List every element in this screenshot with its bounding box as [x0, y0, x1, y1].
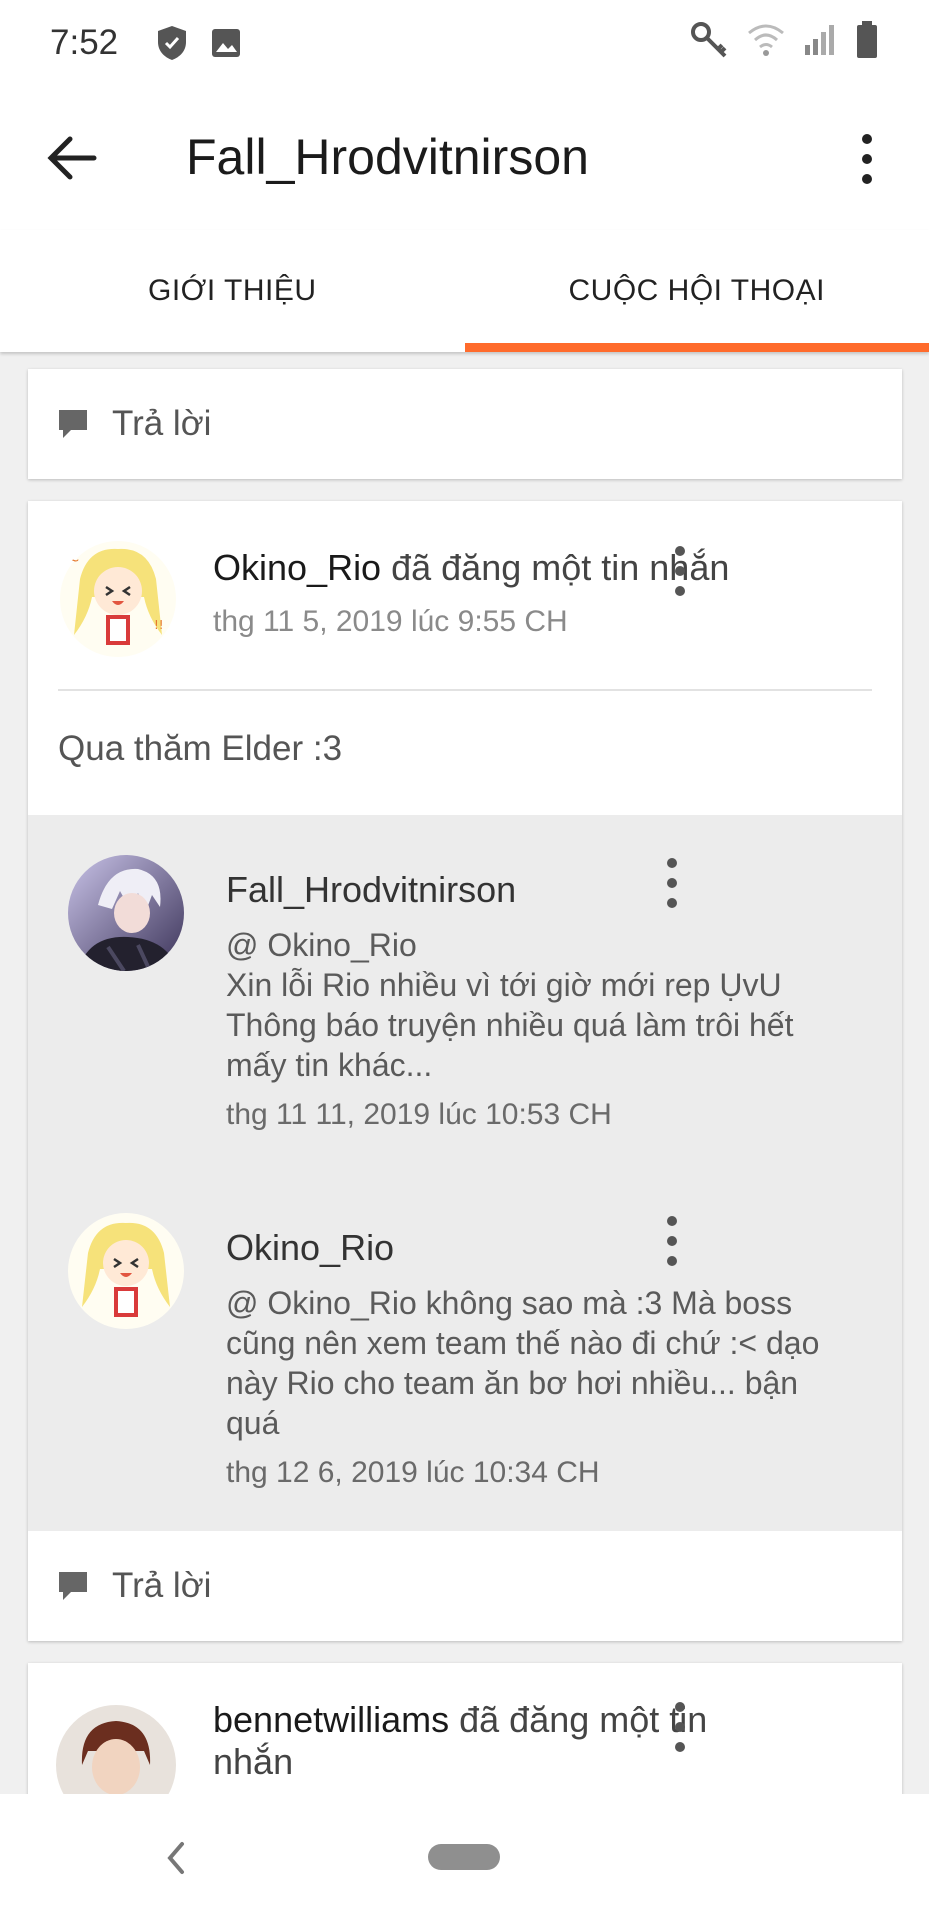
comment-author[interactable]: Okino_Rio	[226, 1227, 394, 1269]
more-vert-icon[interactable]	[852, 129, 882, 189]
comment-content: @ Okino_Rio không sao mà :3 Mà boss cũng…	[226, 1283, 856, 1493]
more-vert-icon[interactable]	[668, 541, 692, 601]
app-bar: Fall_Hrodvitnirson	[0, 85, 929, 230]
post-header: ~ !! Okino_Rio đã đăng một tin nhắn thg …	[28, 501, 902, 689]
key-icon	[689, 20, 729, 65]
post-author[interactable]: bennetwilliams	[213, 1699, 449, 1740]
comment-content: @ Okino_Rio Xin lỗi Rio nhiều vì tới giờ…	[226, 925, 856, 1135]
avatar[interactable]	[68, 1213, 184, 1329]
screen: 7:52 Fall_Hrodvitnirson GIỚI THIỆU CUỘC …	[0, 0, 929, 1920]
post-author-line: bennetwilliams đã đăng một tin nhắn	[213, 1699, 713, 1783]
more-vert-icon[interactable]	[660, 853, 684, 913]
reply-button[interactable]: Trả lời	[28, 1531, 902, 1641]
comment-icon	[59, 410, 87, 438]
signal-icon	[803, 23, 837, 62]
post-card: bennetwilliams đã đăng một tin nhắn	[28, 1663, 902, 1794]
image-icon	[210, 27, 242, 59]
more-vert-icon[interactable]	[668, 1697, 692, 1757]
wifi-icon	[747, 23, 785, 62]
comment-text: Xin lỗi Rio nhiều vì tới giờ mới rep ỤvU…	[226, 967, 794, 1083]
comment-date: thg 11 11, 2019 lúc 10:53 CH	[226, 1098, 612, 1131]
post-card: ~ !! Okino_Rio đã đăng một tin nhắn thg …	[28, 501, 902, 1641]
comment-item: Okino_Rio @ Okino_Rio không sao mà :3 Mà…	[28, 1173, 902, 1531]
svg-text:!!: !!	[154, 618, 164, 632]
comment-date: thg 12 6, 2019 lúc 10:34 CH	[226, 1456, 600, 1489]
comment-mention[interactable]: @ Okino_Rio	[226, 1285, 417, 1321]
svg-text:~: ~	[68, 553, 80, 569]
tab-label: GIỚI THIỆU	[147, 274, 317, 307]
tab-label: CUỘC HỘI THOẠI	[568, 274, 825, 307]
reply-label: Trả lời	[112, 404, 212, 443]
post-card-previous: Trả lời	[28, 369, 902, 479]
comment-item: Fall_Hrodvitnirson @ Okino_Rio Xin lỗi R…	[28, 815, 902, 1173]
conversation-list[interactable]: Trả lời ~ !! Okino_Rio đã đăng một tin n…	[0, 352, 929, 1794]
comment-thread: Fall_Hrodvitnirson @ Okino_Rio Xin lỗi R…	[28, 815, 902, 1531]
post-author-line: Okino_Rio đã đăng một tin nhắn	[213, 547, 729, 589]
battery-icon	[855, 21, 879, 64]
comment-mention[interactable]: @ Okino_Rio	[226, 927, 417, 963]
avatar[interactable]	[68, 855, 184, 971]
comment-icon	[59, 1572, 87, 1600]
shield-icon	[156, 25, 188, 61]
avatar[interactable]	[56, 1705, 176, 1794]
page-title: Fall_Hrodvitnirson	[186, 129, 589, 185]
system-nav-bar	[0, 1794, 929, 1920]
status-right-icons	[689, 20, 879, 65]
post-header: bennetwilliams đã đăng một tin nhắn	[28, 1663, 902, 1794]
reply-label: Trả lời	[112, 1566, 212, 1605]
status-time: 7:52	[50, 22, 119, 62]
nav-back-icon[interactable]	[162, 1838, 188, 1883]
tab-bar: GIỚI THIỆU CUỘC HỘI THOẠI	[0, 230, 929, 352]
more-vert-icon[interactable]	[660, 1211, 684, 1271]
post-date: thg 11 5, 2019 lúc 9:55 CH	[213, 605, 568, 638]
tab-conversations[interactable]: CUỘC HỘI THOẠI	[464, 230, 929, 352]
avatar[interactable]: ~ !!	[58, 539, 178, 659]
home-pill-icon[interactable]	[428, 1844, 500, 1870]
post-body: Qua thăm Elder :3	[58, 729, 343, 768]
status-bar: 7:52	[0, 0, 929, 85]
reply-button[interactable]: Trả lời	[28, 369, 902, 479]
tab-introduction[interactable]: GIỚI THIỆU	[0, 230, 465, 352]
comment-author[interactable]: Fall_Hrodvitnirson	[226, 869, 516, 911]
back-arrow-icon[interactable]	[44, 131, 98, 185]
post-author[interactable]: Okino_Rio	[213, 547, 381, 588]
